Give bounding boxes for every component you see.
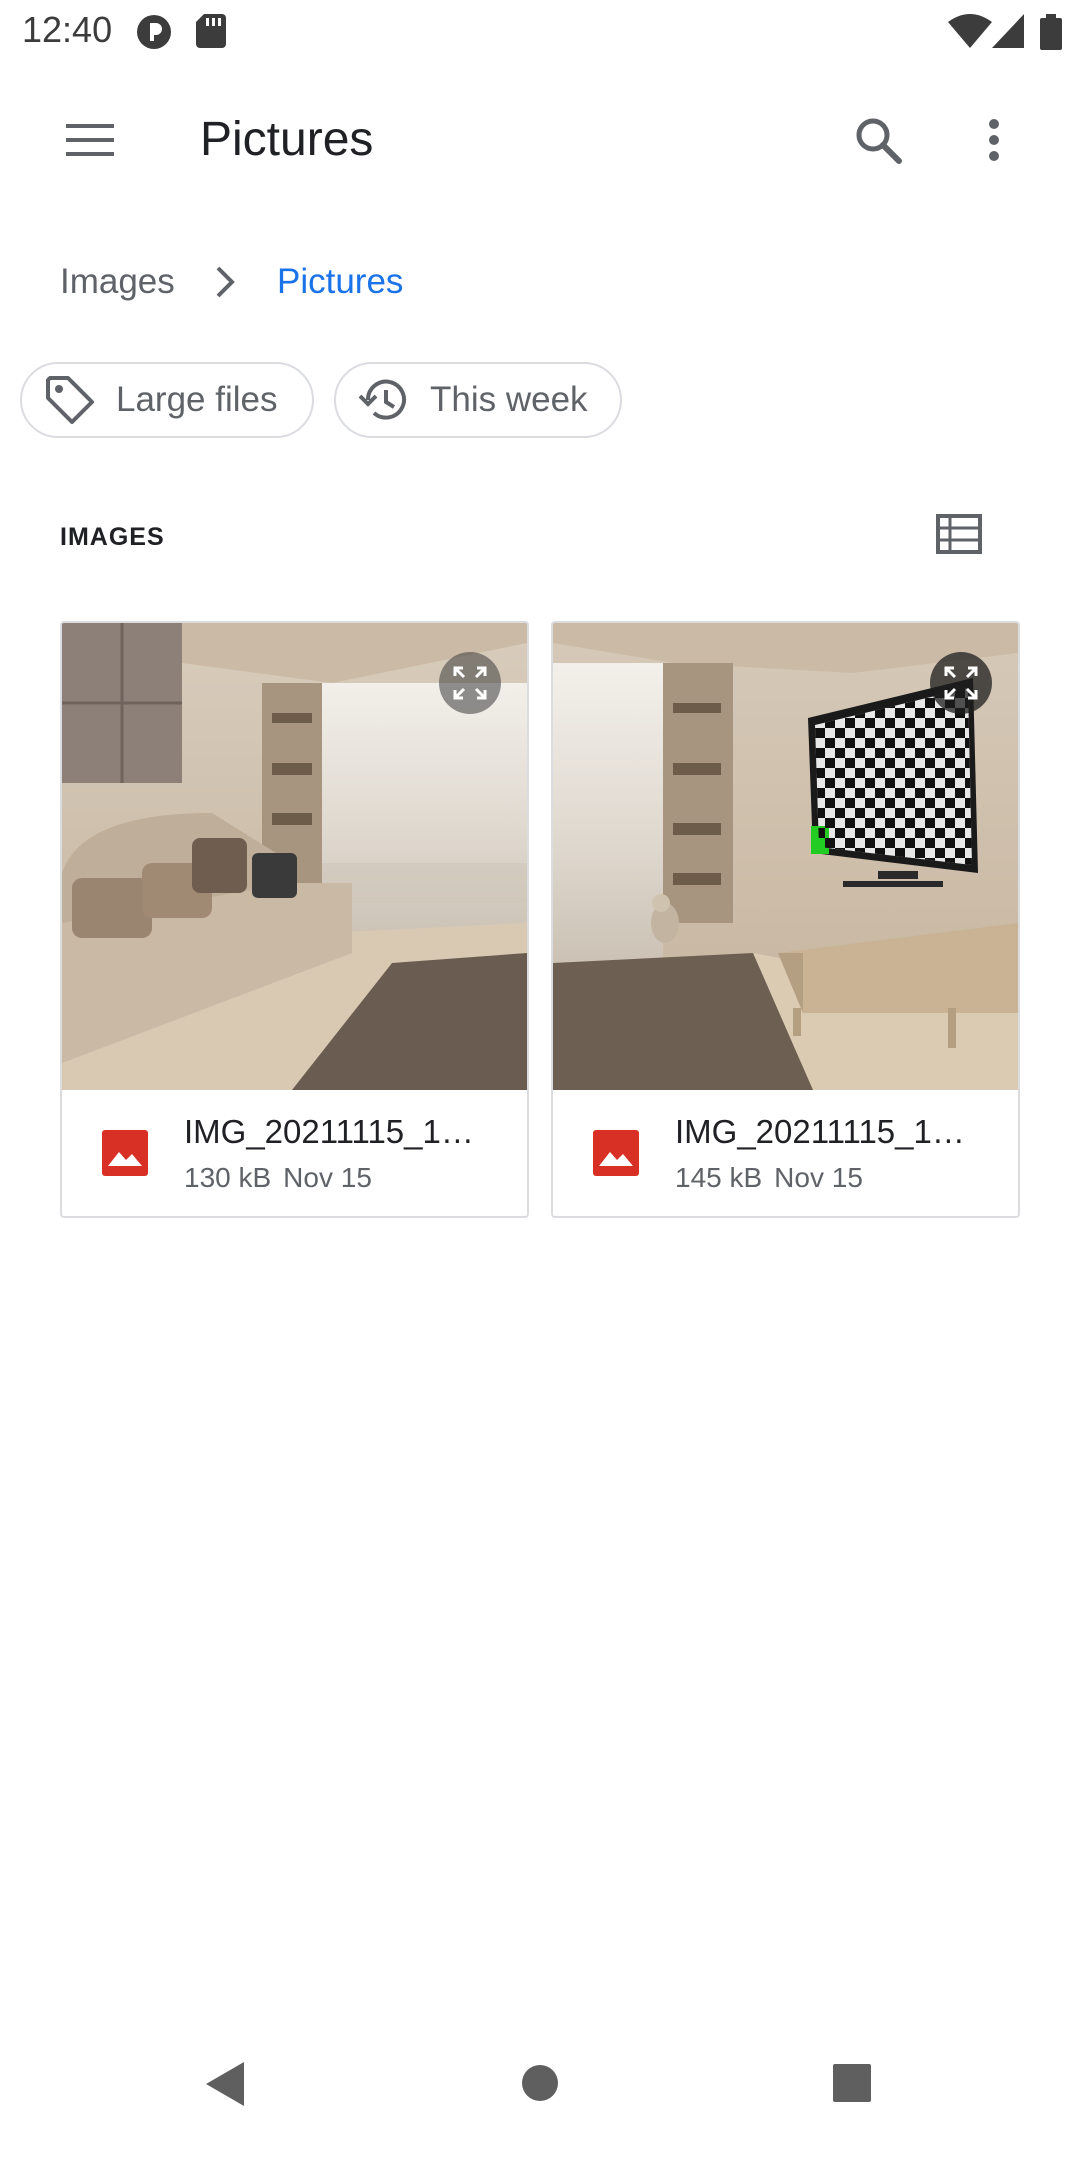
chip-label: This week [430, 380, 588, 419]
list-view-icon[interactable] [936, 514, 982, 559]
file-info: IMG_20211115_1… 130 kB Nov 15 [62, 1090, 527, 1216]
home-icon[interactable] [521, 2064, 559, 2107]
recents-icon[interactable] [833, 2064, 871, 2107]
image-thumbnail[interactable] [553, 623, 1018, 1090]
label-icon [42, 372, 98, 428]
search-icon[interactable] [830, 92, 926, 188]
menu-icon[interactable] [42, 92, 138, 188]
file-date: Nov 15 [283, 1162, 372, 1193]
file-meta: 145 kB Nov 15 [675, 1158, 863, 1198]
page-title: Pictures [200, 113, 374, 166]
file-name: IMG_20211115_1… [675, 1113, 965, 1150]
sd-card-icon [196, 14, 226, 53]
file-meta: 130 kB Nov 15 [184, 1158, 372, 1198]
image-thumbnail[interactable] [62, 623, 527, 1090]
expand-icon[interactable] [930, 652, 992, 714]
battery-icon [1040, 14, 1062, 55]
file-card[interactable]: IMG_20211115_1… 145 kB Nov 15 [551, 621, 1020, 1218]
breadcrumb-images[interactable]: Images [60, 258, 175, 306]
wifi-icon [948, 14, 992, 53]
status-time: 12:40 [22, 9, 113, 50]
sync-icon [136, 14, 172, 55]
tv-screen-pattern [815, 688, 972, 865]
chevron-right-icon [214, 264, 236, 305]
file-info: IMG_20211115_1… 145 kB Nov 15 [553, 1090, 1018, 1216]
file-name: IMG_20211115_1… [184, 1113, 474, 1150]
file-card[interactable]: IMG_20211115_1… 130 kB Nov 15 [60, 621, 529, 1218]
breadcrumb-pictures[interactable]: Pictures [277, 258, 403, 306]
expand-icon[interactable] [439, 652, 501, 714]
section-title: IMAGES [60, 523, 165, 551]
file-date: Nov 15 [774, 1162, 863, 1193]
image-file-icon [593, 1130, 639, 1176]
file-size: 145 kB [675, 1162, 763, 1193]
more-options-icon[interactable] [946, 92, 1042, 188]
image-file-icon [102, 1130, 148, 1176]
history-icon [356, 372, 412, 428]
back-icon[interactable] [204, 2060, 246, 2113]
chip-large-files[interactable]: Large files [20, 362, 314, 438]
chip-label: Large files [116, 380, 278, 419]
file-size: 130 kB [184, 1162, 272, 1193]
chip-this-week[interactable]: This week [334, 362, 622, 438]
signal-icon [992, 14, 1024, 53]
